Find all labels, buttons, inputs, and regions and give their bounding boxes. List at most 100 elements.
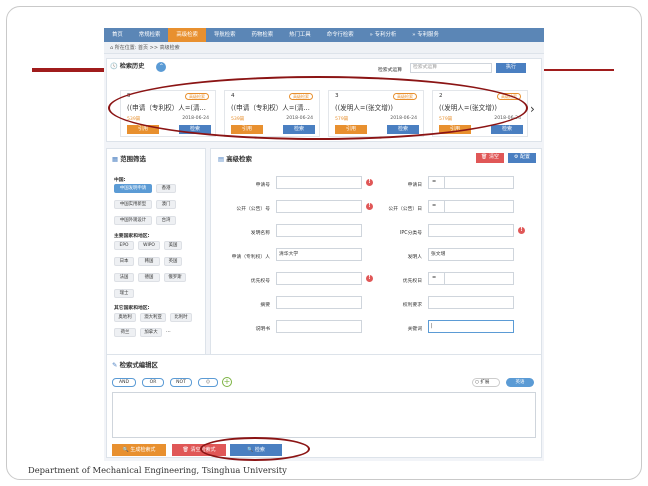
app-no-label: 申请号 [255, 183, 270, 188]
annotation-line-left [32, 68, 106, 72]
pub-date-operator[interactable]: = [429, 201, 445, 212]
language-toggle[interactable]: 英语 [506, 378, 534, 387]
invention-name-input[interactable] [276, 224, 362, 237]
home-icon: ⌂ [110, 45, 114, 51]
scope-chip[interactable]: 比利时 [170, 313, 192, 322]
app-date-operator[interactable]: = [429, 177, 445, 188]
app-date-input[interactable]: = [428, 176, 514, 189]
claims-label: 权利要求 [402, 303, 422, 308]
annotation-ellipse-search [200, 437, 310, 461]
warning-icon: ! [518, 227, 525, 234]
nav-command-search[interactable]: 命令行检索 [319, 28, 362, 42]
op-and-button[interactable]: AND [112, 378, 136, 387]
scope-chip[interactable]: 香港 [156, 184, 176, 193]
scope-chip[interactable]: 法国 [114, 273, 134, 282]
annotation-ellipse-history [108, 76, 528, 140]
keywords-input[interactable]: | [428, 320, 514, 333]
scope-chip[interactable]: 荷兰 [114, 328, 136, 337]
history-title: 检索历史 [119, 63, 145, 70]
scope-header: ▦ 范围筛选 [112, 154, 146, 163]
scope-chip[interactable]: 中国发明申请 [114, 184, 152, 193]
abstract-input[interactable] [276, 296, 362, 309]
inventor-label: 发明人 [407, 255, 422, 260]
pub-no-input[interactable] [276, 200, 362, 213]
nav-patent-analysis-label: 专利分析 [374, 32, 397, 38]
app-no-input[interactable] [276, 176, 362, 189]
scope-chip[interactable]: 中国实用新型 [114, 200, 152, 209]
clear-button[interactable]: 🗑 清空 [476, 153, 504, 163]
pub-date-input[interactable]: = [428, 200, 514, 213]
advanced-header: ▤ 高级检索 [218, 154, 252, 163]
editor-header: ✎ 检索式编辑区 [112, 360, 158, 369]
edit-icon: ✎ [112, 361, 118, 369]
breadcrumb-text: 所在位置: 首页 >> 高级检索 [114, 45, 180, 51]
scope-chip[interactable]: 加拿大 [140, 328, 162, 337]
doc-icon: ▤ [218, 155, 225, 163]
nav-patent-service-label: 专利服务 [417, 32, 439, 38]
add-icon[interactable]: + [222, 377, 232, 387]
abstract-label: 摘要 [260, 303, 270, 308]
nav-navigation-search[interactable]: 导航检索 [206, 28, 244, 42]
config-button-label: 配置 [520, 154, 531, 160]
scope-chip[interactable]: 日本 [114, 257, 134, 266]
scope-chip[interactable]: 英国 [164, 257, 182, 266]
history-run-button[interactable]: 执行 [496, 63, 526, 73]
scope-chip[interactable]: 中国外观设计 [114, 216, 152, 225]
priority-date-input[interactable]: = [428, 272, 514, 285]
nav-drug-search[interactable]: 药物检索 [244, 28, 282, 42]
scope-chip[interactable]: EPO [114, 241, 134, 250]
ipc-label: IPC分类号 [399, 231, 422, 236]
nav-home[interactable]: 首页 [104, 28, 131, 42]
history-filter-label: 检索式运算 [378, 68, 402, 73]
slide-footer: Department of Mechanical Engineering, Ts… [28, 465, 287, 475]
top-nav: 首页 常规检索 高级检索 导航检索 药物检索 热门工具 命令行检索 » 专利分析… [104, 28, 544, 42]
clock-icon: 🕓 [110, 63, 118, 70]
pub-date-label: 公开（公告）日 [388, 207, 422, 212]
nav-advanced-search[interactable]: 高级检索 [168, 28, 206, 42]
history-filter-input[interactable]: 检索式运算 [410, 63, 492, 73]
expand-toggle[interactable]: ○ 扩展 [472, 378, 500, 387]
scope-other-label: 其它国家和地区: [114, 306, 150, 311]
op-not-button[interactable]: NOT [170, 378, 192, 387]
clear-button-label: 清空 [488, 154, 499, 160]
advanced-title: 高级检索 [226, 155, 252, 163]
generate-expression-button[interactable]: 🔍 生成检索式 [112, 444, 166, 456]
priority-date-operator[interactable]: = [429, 273, 445, 284]
breadcrumb: ⌂ 所在位置: 首页 >> 高级检索 [104, 42, 544, 54]
scope-more[interactable]: ... [166, 328, 171, 334]
nav-regular-search[interactable]: 常规检索 [131, 28, 169, 42]
scope-chip[interactable]: 澳门 [156, 200, 176, 209]
priority-no-label: 优先权号 [250, 279, 270, 284]
scope-chip[interactable]: 俄罗斯 [164, 273, 186, 282]
description-input[interactable] [276, 320, 362, 333]
claims-input[interactable] [428, 296, 514, 309]
scope-chip[interactable]: WIPO [138, 241, 160, 250]
scope-chip[interactable]: 瑞士 [114, 289, 134, 298]
scope-chip[interactable]: 台湾 [156, 216, 176, 225]
annotation-line-right [544, 69, 614, 71]
scope-chip[interactable]: 美国 [164, 241, 182, 250]
nav-patent-analysis[interactable]: » 专利分析 [362, 28, 405, 42]
history-next-arrow[interactable]: › [530, 102, 535, 116]
scope-chip[interactable]: 韩国 [138, 257, 160, 266]
description-label: 说明书 [255, 327, 270, 332]
collapse-icon[interactable]: ⌃ [156, 62, 167, 72]
scope-chip[interactable]: 奥地利 [114, 313, 136, 322]
scope-chip[interactable]: 澳大利亚 [140, 313, 166, 322]
editor-title: 检索式编辑区 [119, 361, 158, 369]
nav-hot-tools[interactable]: 热门工具 [281, 28, 319, 42]
ipc-input[interactable] [428, 224, 514, 237]
op-paren-button[interactable]: () [198, 378, 218, 387]
applicant-input[interactable]: 清华大学 [276, 248, 362, 261]
nav-patent-service[interactable]: » 专利服务 [404, 28, 447, 42]
priority-date-label: 优先权日 [402, 279, 422, 284]
invention-name-label: 发明名称 [250, 231, 270, 236]
priority-no-input[interactable] [276, 272, 362, 285]
op-or-button[interactable]: OR [142, 378, 164, 387]
generate-expression-label: 生成检索式 [130, 447, 156, 453]
scope-chip[interactable]: 德国 [138, 273, 160, 282]
card-search-button[interactable]: 检索 [491, 125, 523, 134]
config-button[interactable]: ⚙ 配置 [508, 153, 536, 163]
expression-textarea[interactable] [112, 392, 536, 438]
inventor-input[interactable]: 张文增 [428, 248, 514, 261]
